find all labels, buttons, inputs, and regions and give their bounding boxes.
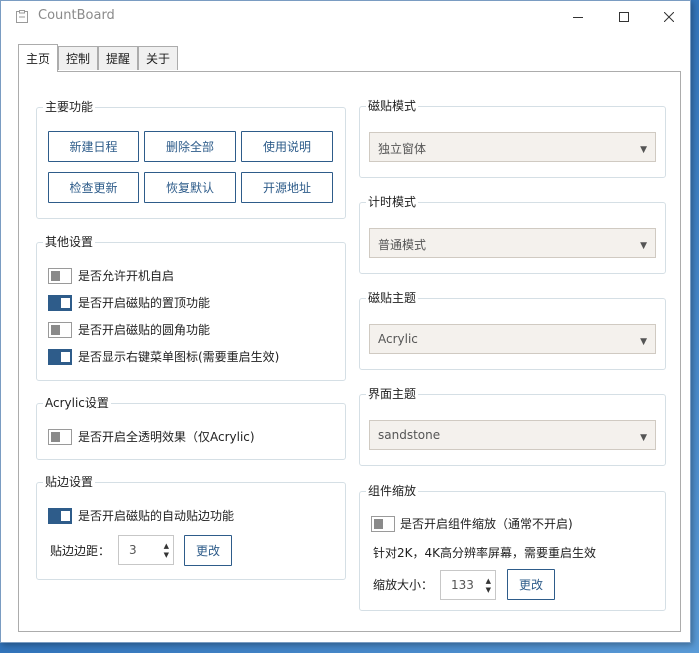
component-scale-toggle[interactable] bbox=[371, 516, 395, 532]
tile-topmost-label: 是否开启磁贴的置顶功能 bbox=[78, 296, 211, 310]
check-update-button[interactable]: 检查更新 bbox=[48, 172, 139, 203]
group-title: Acrylic设置 bbox=[43, 394, 111, 412]
tile-theme-group: 磁贴主题 Acrylic ▼ bbox=[359, 289, 666, 370]
title-bar[interactable]: CountBoard bbox=[1, 1, 690, 33]
main-features-group: 主要功能 新建日程 删除全部 使用说明 检查更新 恢复默认 开源地址 bbox=[36, 98, 346, 219]
source-url-button[interactable]: 开源地址 bbox=[241, 172, 333, 203]
maximize-icon bbox=[619, 12, 629, 22]
group-title: 计时模式 bbox=[366, 193, 419, 211]
snap-margin-label: 贴边边距： bbox=[50, 544, 111, 558]
tile-mode-select[interactable]: 独立窗体 ▼ bbox=[369, 132, 656, 162]
group-title: 界面主题 bbox=[366, 385, 419, 403]
edge-settings-group: 贴边设置 是否开启磁贴的自动贴边功能 贴边边距： 3 ▲ ▼ 更改 bbox=[36, 473, 346, 580]
tile-mode-value: 独立窗体 bbox=[378, 142, 427, 156]
component-scale-group: 组件缩放 是否开启组件缩放（通常不开启) 针对2K，4K高分辨率屏幕，需要重启生… bbox=[359, 482, 666, 611]
context-menu-icon-label: 是否显示右键菜单图标(需要重启生效) bbox=[78, 350, 280, 364]
autostart-label: 是否允许开机自启 bbox=[78, 269, 175, 283]
timer-mode-value: 普通模式 bbox=[378, 238, 427, 252]
clipboard-icon bbox=[16, 10, 28, 23]
auto-snap-label: 是否开启磁贴的自动贴边功能 bbox=[78, 509, 235, 523]
minimize-icon bbox=[573, 17, 583, 18]
timer-mode-group: 计时模式 普通模式 ▼ bbox=[359, 193, 666, 274]
close-button[interactable] bbox=[646, 1, 692, 33]
group-title: 其他设置 bbox=[43, 233, 96, 251]
tab-reminder[interactable]: 提醒 bbox=[98, 46, 138, 70]
group-title: 磁贴主题 bbox=[366, 289, 419, 307]
tile-theme-value: Acrylic bbox=[378, 332, 418, 346]
acrylic-settings-group: Acrylic设置 是否开启全透明效果（仅Acrylic) bbox=[36, 394, 346, 460]
snap-margin-change-button[interactable]: 更改 bbox=[184, 535, 232, 566]
scale-size-label: 缩放大小： bbox=[373, 578, 434, 592]
snap-margin-value: 3 bbox=[129, 543, 137, 557]
app-window: CountBoard 主页 控制 提醒 关于 主要功能 新建日程 删除全部 使用… bbox=[0, 0, 691, 643]
full-transparent-label: 是否开启全透明效果（仅Acrylic) bbox=[78, 430, 255, 444]
minimize-button[interactable] bbox=[555, 1, 601, 33]
chevron-down-icon[interactable]: ▼ bbox=[486, 586, 491, 594]
autostart-toggle[interactable] bbox=[48, 268, 72, 284]
maximize-button[interactable] bbox=[601, 1, 647, 33]
group-title: 磁贴模式 bbox=[366, 97, 419, 115]
timer-mode-select[interactable]: 普通模式 ▼ bbox=[369, 228, 656, 258]
close-icon bbox=[664, 12, 674, 22]
group-title: 组件缩放 bbox=[366, 482, 419, 500]
tab-about[interactable]: 关于 bbox=[138, 46, 178, 70]
ui-theme-value: sandstone bbox=[378, 428, 441, 442]
chevron-down-icon: ▼ bbox=[640, 241, 647, 251]
context-menu-icon-toggle[interactable] bbox=[48, 349, 72, 365]
tile-theme-select[interactable]: Acrylic ▼ bbox=[369, 324, 656, 354]
tab-control[interactable]: 控制 bbox=[58, 46, 98, 70]
tab-panel-home: 主要功能 新建日程 删除全部 使用说明 检查更新 恢复默认 开源地址 其他设置 … bbox=[18, 71, 681, 632]
scale-size-value: 133 bbox=[451, 578, 474, 592]
tab-home[interactable]: 主页 bbox=[18, 44, 58, 72]
chevron-down-icon: ▼ bbox=[640, 337, 647, 347]
snap-margin-stepper[interactable]: 3 ▲ ▼ bbox=[118, 535, 174, 565]
chevron-up-icon[interactable]: ▲ bbox=[486, 577, 491, 585]
other-settings-group: 其他设置 是否允许开机自启 是否开启磁贴的置顶功能 是否开启磁贴的圆角功能 是否… bbox=[36, 233, 346, 381]
tile-mode-group: 磁贴模式 独立窗体 ▼ bbox=[359, 97, 666, 178]
tile-topmost-toggle[interactable] bbox=[48, 295, 72, 311]
chevron-down-icon[interactable]: ▼ bbox=[164, 551, 169, 559]
auto-snap-toggle[interactable] bbox=[48, 508, 72, 524]
tile-round-corner-label: 是否开启磁贴的圆角功能 bbox=[78, 323, 211, 337]
chevron-down-icon: ▼ bbox=[640, 433, 647, 443]
delete-all-button[interactable]: 删除全部 bbox=[144, 131, 236, 162]
ui-theme-group: 界面主题 sandstone ▼ bbox=[359, 385, 666, 466]
group-title: 主要功能 bbox=[43, 98, 96, 116]
window-title: CountBoard bbox=[38, 8, 115, 23]
chevron-down-icon: ▼ bbox=[640, 145, 647, 155]
usage-guide-button[interactable]: 使用说明 bbox=[241, 131, 333, 162]
chevron-up-icon[interactable]: ▲ bbox=[164, 542, 169, 550]
full-transparent-toggle[interactable] bbox=[48, 429, 72, 445]
restore-default-button[interactable]: 恢复默认 bbox=[144, 172, 236, 203]
component-scale-label: 是否开启组件缩放（通常不开启) bbox=[400, 517, 573, 531]
group-title: 贴边设置 bbox=[43, 473, 96, 491]
scale-size-stepper[interactable]: 133 ▲ ▼ bbox=[440, 570, 496, 600]
tile-round-corner-toggle[interactable] bbox=[48, 322, 72, 338]
scale-size-change-button[interactable]: 更改 bbox=[507, 569, 555, 600]
new-schedule-button[interactable]: 新建日程 bbox=[48, 131, 139, 162]
component-scale-note: 针对2K，4K高分辨率屏幕，需要重启生效 bbox=[373, 546, 597, 560]
ui-theme-select[interactable]: sandstone ▼ bbox=[369, 420, 656, 450]
